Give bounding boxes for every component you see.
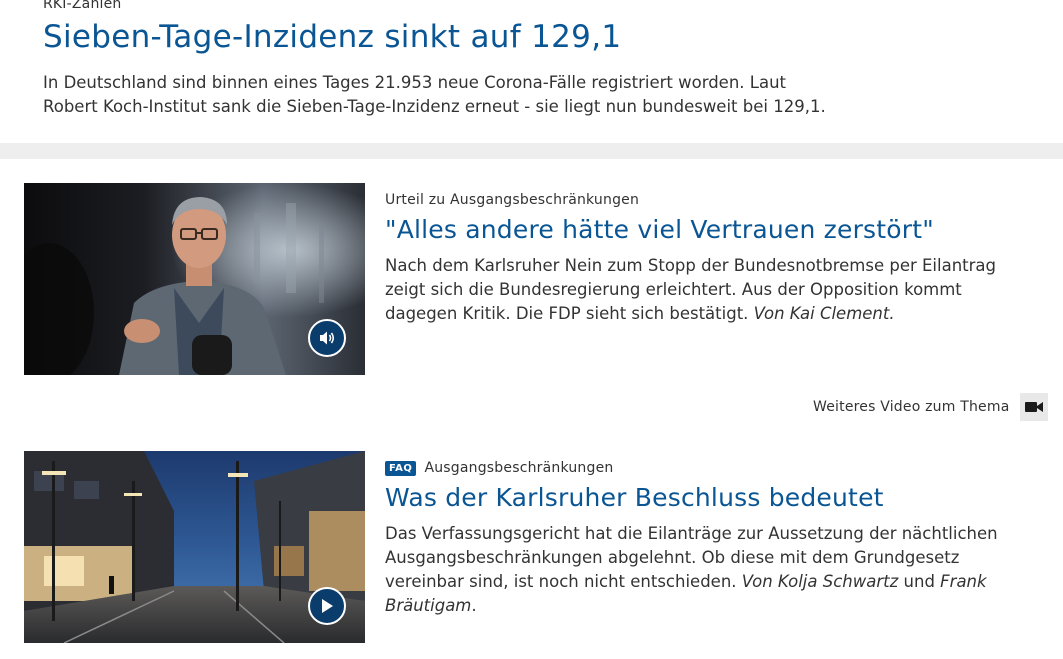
- teaser-kicker-label: Ausgangsbeschränkungen: [424, 460, 614, 476]
- author-end: .: [471, 596, 477, 615]
- teaser-title[interactable]: Was der Karlsruher Beschluss bedeutet: [385, 483, 1035, 512]
- video-camera-icon: [1020, 393, 1048, 421]
- teaser-text-body: Nach dem Karlsruher Nein zum Stopp der B…: [385, 256, 996, 323]
- play-icon: [320, 598, 334, 614]
- teaser-text: Nach dem Karlsruher Nein zum Stopp der B…: [385, 254, 1035, 326]
- top-teaser-text: In Deutschland sind binnen eines Tages 2…: [43, 73, 826, 116]
- audio-button[interactable]: [308, 319, 346, 357]
- top-teaser-title[interactable]: Sieben-Tage-Inzidenz sinkt auf 129,1: [43, 19, 621, 55]
- audio-icon: [318, 330, 336, 346]
- teaser-image-lauterbach[interactable]: [24, 183, 365, 375]
- teaser-author-1: Von Kolja Schwartz: [741, 572, 899, 591]
- section-divider: [0, 143, 1063, 159]
- teaser-content: FAQ Ausgangsbeschränkungen Was der Karls…: [385, 457, 1035, 618]
- top-teaser[interactable]: RKI-Zahlen Sieben-Tage-Inzidenz sinkt au…: [0, 0, 1063, 143]
- teaser-faq[interactable]: FAQ Ausgangsbeschränkungen Was der Karls…: [24, 451, 1063, 643]
- teaser-kicker: FAQ Ausgangsbeschränkungen: [385, 457, 1035, 479]
- teaser-kicker: Urteil zu Ausgangsbeschränkungen: [385, 192, 640, 208]
- more-video-link[interactable]: Weiteres Video zum Thema: [813, 393, 1048, 421]
- author-joiner: und: [898, 572, 941, 591]
- teaser-title[interactable]: "Alles andere hätte viel Vertrauen zerst…: [385, 215, 1035, 244]
- play-button[interactable]: [308, 587, 346, 625]
- teaser-image-street[interactable]: [24, 451, 365, 643]
- top-teaser-kicker: RKI-Zahlen: [43, 0, 122, 12]
- teaser-text: Das Verfassungsgericht hat die Eilanträg…: [385, 522, 1035, 618]
- faq-badge: FAQ: [385, 460, 417, 476]
- more-video-label: Weiteres Video zum Thema: [813, 399, 1010, 415]
- teaser-interview[interactable]: Urteil zu Ausgangsbeschränkungen "Alles …: [24, 183, 1063, 375]
- teaser-content: Urteil zu Ausgangsbeschränkungen "Alles …: [385, 189, 1035, 326]
- teaser-author: Von Kai Clement.: [753, 304, 895, 323]
